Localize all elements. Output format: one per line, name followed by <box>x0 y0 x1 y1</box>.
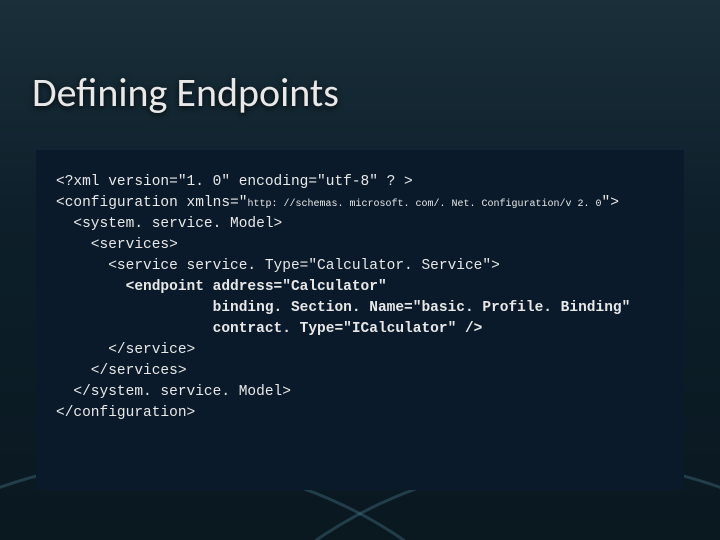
code-line: <?xml version="1. 0" encoding="utf-8" ? … <box>56 174 413 190</box>
title-area: Defining Endpoints <box>32 68 688 123</box>
code-line: </service> <box>56 342 195 358</box>
code-line: </system. service. Model> <box>56 384 291 400</box>
code-namespace-url: http: //schemas. microsoft. com/. Net. C… <box>247 199 601 210</box>
code-line: <service service. Type="Calculator. Serv… <box>56 258 500 274</box>
code-line: <configuration xmlns=" <box>56 195 247 211</box>
code-line: "> <box>602 195 619 211</box>
code-line-endpoint: contract. Type="ICalculator" /> <box>56 321 482 337</box>
code-line-endpoint: binding. Section. Name="basic. Profile. … <box>56 300 630 316</box>
code-line: <services> <box>56 237 178 253</box>
code-line-endpoint: <endpoint address="Calculator" <box>56 279 387 295</box>
xml-code-block: <?xml version="1. 0" encoding="utf-8" ? … <box>36 150 684 490</box>
code-line: </services> <box>56 363 187 379</box>
code-line: </configuration> <box>56 405 195 421</box>
slide-title: Defining Endpoints <box>32 68 688 123</box>
code-line: <system. service. Model> <box>56 216 282 232</box>
